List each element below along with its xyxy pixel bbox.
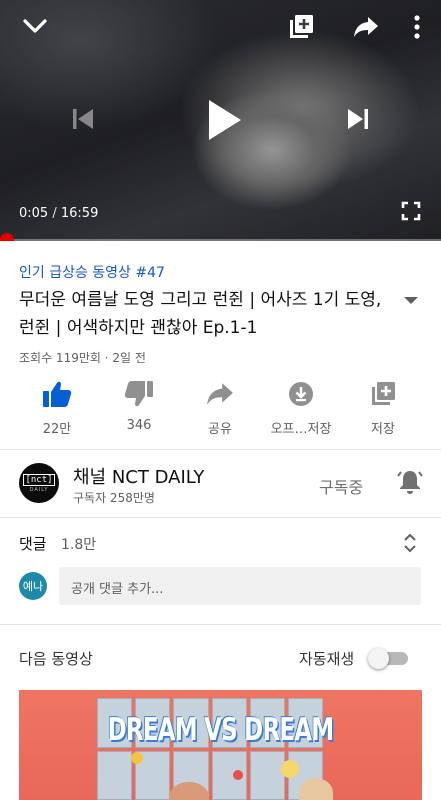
share-button[interactable]: 공유 (180, 372, 260, 437)
subscriber-count: 구독자 258만명 (73, 491, 155, 505)
expand-comments-icon[interactable] (402, 532, 418, 558)
notification-bell-icon[interactable] (396, 468, 424, 500)
video-player[interactable]: 0:05 / 16:59 (0, 0, 441, 241)
trending-hashtag[interactable]: 인기 급상승 동영상 #47 (19, 262, 165, 282)
thumbnail-sticker (281, 760, 299, 778)
video-meta: 조회수 119만회 · 2일 전 (19, 351, 146, 365)
divider (0, 449, 441, 450)
dislike-count: 346 (126, 418, 152, 433)
current-time: 0:05 (19, 206, 49, 221)
duration: 16:59 (60, 206, 99, 221)
comments-label[interactable]: 댓글 (19, 533, 47, 554)
like-count: 22만 (42, 422, 72, 437)
autoplay-label: 자동재생 (299, 650, 355, 668)
share-icon[interactable] (351, 14, 381, 40)
chevron-down-icon[interactable] (20, 12, 50, 40)
download-button[interactable]: 오프…저장 (261, 372, 341, 437)
share-label: 공유 (208, 422, 232, 437)
save-label: 저장 (371, 422, 395, 437)
download-icon (261, 372, 341, 416)
add-to-playlist-icon[interactable] (286, 12, 316, 42)
channel-name[interactable]: 채널 NCT DAILY (73, 463, 204, 489)
up-next-thumbnail[interactable]: DREAM VS DREAM (19, 690, 422, 800)
save-button[interactable]: 저장 (343, 372, 423, 437)
progress-scrubber[interactable] (0, 233, 14, 241)
like-button[interactable]: 22만 (17, 372, 97, 437)
action-bar: 22만 346 공유 오프…저장 저장 (0, 372, 441, 442)
up-next-label: 다음 동영상 (19, 650, 93, 668)
channel-avatar-logo: [nct] (23, 473, 55, 486)
video-title: 무더운 여름날 도영 그리고 런쥔 | 어사즈 1기 도영, 런쥔 | 어색하지… (19, 290, 382, 338)
thumbnail-sticker (233, 770, 243, 780)
skip-next-icon[interactable] (343, 104, 373, 134)
comments-count: 1.8만 (61, 537, 97, 553)
progress-bar[interactable] (0, 239, 441, 241)
dislike-button[interactable]: 346 (99, 372, 179, 433)
thumbnail-sticker (131, 752, 143, 764)
divider (0, 624, 441, 625)
share-icon (180, 372, 260, 416)
expand-description-icon[interactable] (402, 292, 420, 304)
playback-time: 0:05 / 16:59 (19, 206, 98, 221)
time-separator: / (52, 206, 57, 221)
more-vert-icon[interactable] (408, 12, 426, 42)
channel-avatar-sub: DAILY (29, 486, 49, 493)
autoplay-toggle[interactable] (368, 648, 408, 669)
skip-previous-icon[interactable] (68, 104, 98, 134)
divider (0, 517, 441, 518)
thumbs-up-icon (17, 372, 97, 416)
thumbnail-title: DREAM VS DREAM (107, 712, 335, 748)
user-avatar: 예나 (19, 572, 47, 600)
fullscreen-icon[interactable] (398, 198, 424, 224)
thumbs-down-icon (99, 372, 179, 416)
play-icon[interactable] (200, 94, 248, 146)
autoplay-toggle-knob (368, 648, 389, 669)
channel-avatar[interactable]: [nct] DAILY (19, 463, 59, 503)
add-to-playlist-icon (343, 372, 423, 416)
comment-input[interactable]: 공개 댓글 추가... (59, 567, 421, 605)
download-label: 오프…저장 (270, 422, 332, 437)
thumbnail-person (299, 778, 333, 800)
subscribed-button[interactable]: 구독중 (319, 474, 363, 498)
